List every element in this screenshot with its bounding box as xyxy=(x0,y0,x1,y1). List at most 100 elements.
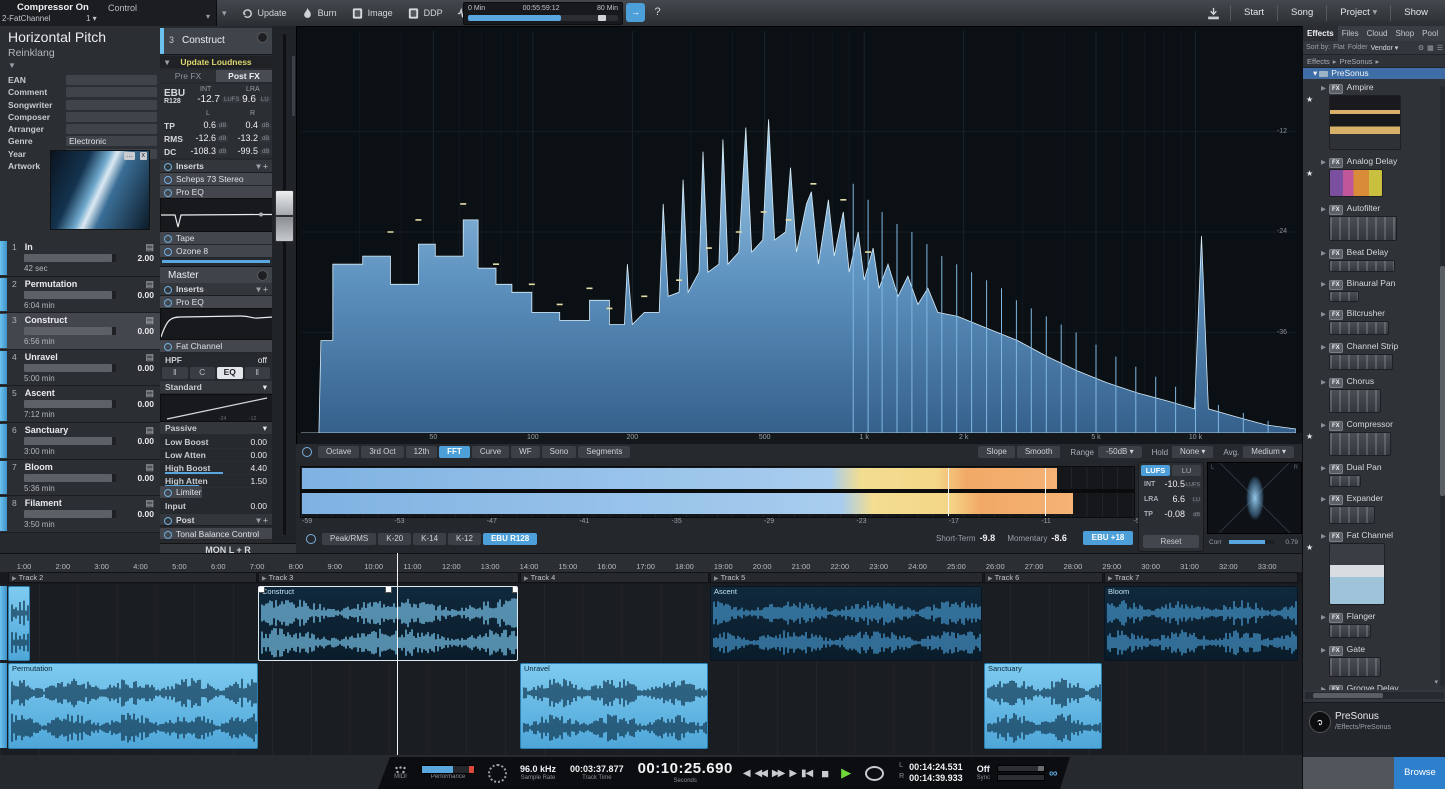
setting-avg[interactable]: Medium ▾ xyxy=(1243,446,1294,458)
insert-scheps-73-stereo[interactable]: Scheps 73 Stereo xyxy=(160,173,272,186)
power-icon[interactable] xyxy=(164,298,172,307)
tab-lu[interactable]: LU xyxy=(1172,465,1201,476)
master-eq-curve-display[interactable] xyxy=(160,308,274,340)
field-input-composer[interactable] xyxy=(66,111,157,122)
audio-clip-permutation[interactable]: Permutation xyxy=(8,663,258,749)
lane-header-track-3[interactable]: ▶ Track 3 xyxy=(258,572,519,583)
browser-tab-effects[interactable]: Effects xyxy=(1303,26,1338,41)
breadcrumb-effects[interactable]: Effects xyxy=(1307,57,1330,66)
power-icon[interactable] xyxy=(164,285,172,294)
chevron-down-icon[interactable]: ▾ xyxy=(1434,678,1438,686)
effect-thumbnail[interactable] xyxy=(1329,475,1361,487)
main-time-display[interactable]: 00:10:25.690 Seconds xyxy=(638,761,733,784)
insert-tonal-balance-control[interactable]: Tonal Balance Control xyxy=(160,528,272,540)
arrangement-lanes[interactable]: Construct Ascent Bloom Permutation Unravel Sa… xyxy=(0,584,1302,756)
loudness-history-meter[interactable] xyxy=(300,466,1135,518)
mode-button-12th[interactable]: 12th xyxy=(405,446,438,458)
effect-thumbnail[interactable] xyxy=(1329,354,1393,370)
insert-tape[interactable]: Tape xyxy=(160,232,272,245)
sort-folder-button[interactable]: Folder xyxy=(1348,44,1368,51)
midi-indicator[interactable]: MIDI xyxy=(394,766,407,781)
sort-flat-button[interactable]: Flat xyxy=(1333,44,1345,51)
mode-button-fft[interactable]: FFT xyxy=(439,446,470,458)
meter-mode-k-20[interactable]: K-20 xyxy=(378,532,412,545)
tab-pre-fx[interactable]: Pre FX xyxy=(160,70,216,82)
eq-section-button[interactable]: EQ xyxy=(217,367,243,379)
lane-header-track-7[interactable]: ▶ Track 7 xyxy=(1104,572,1298,583)
insert-fat-channel[interactable]: Fat Channel xyxy=(160,340,272,353)
effect-item-compressor[interactable]: ▶ FX Compressor ★ xyxy=(1306,418,1445,456)
track-item-construct[interactable]: 3 Construct ▤ 0.00 6:56 min xyxy=(0,313,160,350)
field-input-ean[interactable] xyxy=(66,75,157,85)
master-param-low-atten[interactable]: Low Atten 0.00 xyxy=(160,449,272,462)
track-gain-slider[interactable] xyxy=(24,473,116,482)
nudge-forward-button[interactable]: ▶ xyxy=(789,768,795,779)
effect-item-channel-strip[interactable]: ▶ FX Channel Strip xyxy=(1321,340,1445,370)
favorite-star-icon[interactable]: ★ xyxy=(1306,95,1313,104)
master-knob-icon[interactable] xyxy=(257,270,268,281)
device-control-box[interactable]: Compressor On 2-FatChannel 1 ▾ Control ▾ xyxy=(0,0,217,26)
performance-meter[interactable]: Performance xyxy=(421,765,475,781)
power-icon[interactable] xyxy=(164,488,172,497)
play-button[interactable]: ▶ xyxy=(841,765,851,781)
sort-vendor-button[interactable]: Vendor ▾ xyxy=(1371,44,1399,52)
track-item-ascent[interactable]: 5 Ascent ▤ 0.00 7:12 min xyxy=(0,386,160,423)
field-input-comment[interactable] xyxy=(66,87,157,98)
post-inserts-header[interactable]: Post ▾ + xyxy=(160,514,272,526)
browser-tab-pool[interactable]: Pool xyxy=(1418,26,1442,41)
power-icon[interactable] xyxy=(164,175,172,184)
effect-item-dual-pan[interactable]: ▶ FX Dual Pan xyxy=(1321,461,1445,487)
browser-tab-shop[interactable]: Shop xyxy=(1391,26,1418,41)
inserts-header[interactable]: Inserts ▾ + xyxy=(160,160,272,173)
track-gain-slider[interactable] xyxy=(24,436,116,445)
track-gain-slider[interactable] xyxy=(24,290,116,299)
effect-item-analog-delay[interactable]: ▶ FX Analog Delay ★ xyxy=(1306,155,1445,197)
analyzer-power-icon[interactable] xyxy=(302,447,312,457)
effect-item-expander[interactable]: ▶ FX Expander xyxy=(1321,492,1445,524)
effect-thumbnail[interactable] xyxy=(1329,260,1395,272)
section-button-4[interactable]: ‖ xyxy=(244,367,270,379)
track-gain-slider[interactable] xyxy=(24,510,116,519)
toggle-slope[interactable]: Slope xyxy=(978,446,1015,458)
channel-header[interactable]: 3 Construct xyxy=(160,28,272,55)
nudge-back-button[interactable]: ◀ xyxy=(743,768,749,779)
timeline-ruler[interactable]: 1:00 2:00 3:00 4:00 5:00 6:00 7:00 8:00 9:00 10:0… xyxy=(0,553,1302,574)
device-slot-dropdown[interactable]: 1 ▾ xyxy=(86,14,97,23)
artwork-remove-button[interactable]: x xyxy=(139,152,147,160)
audio-clip-in[interactable] xyxy=(8,586,30,661)
power-icon[interactable] xyxy=(164,162,172,171)
eq-model-dropdown[interactable]: Passive ▾ xyxy=(160,422,272,434)
channel-knob-icon[interactable] xyxy=(257,32,268,43)
effect-thumbnail[interactable] xyxy=(1329,657,1381,677)
tab-lufs[interactable]: LUFS xyxy=(1141,465,1170,476)
clip-handle[interactable] xyxy=(259,587,265,593)
effect-item-chorus[interactable]: ▶ FX Chorus xyxy=(1321,375,1445,413)
mode-button-curve[interactable]: Curve xyxy=(471,446,510,458)
track-item-in[interactable]: 1 In ▤ 2.00 42 sec xyxy=(0,240,160,277)
audio-clip-sanctuary[interactable]: Sanctuary xyxy=(984,663,1102,749)
artwork-more-button[interactable]: … xyxy=(124,152,135,160)
effect-item-groove-delay[interactable]: ▶ FX Groove Delay xyxy=(1321,682,1445,690)
loop-icon[interactable] xyxy=(865,766,884,781)
link-icon[interactable]: ∞ xyxy=(1049,766,1058,780)
favorite-star-icon[interactable]: ★ xyxy=(1306,432,1313,441)
power-icon[interactable] xyxy=(164,247,172,256)
track-gain-slider[interactable] xyxy=(24,363,116,372)
master-param-high-boost[interactable]: High Boost 4.40 xyxy=(160,462,272,475)
goto-arrow-button[interactable]: → xyxy=(626,3,645,22)
field-input-songwriter[interactable] xyxy=(66,99,157,110)
hpf-row[interactable]: HPF off xyxy=(160,354,272,366)
mode-button-wf[interactable]: WF xyxy=(511,446,540,458)
section-button-1[interactable]: ‖ xyxy=(162,367,188,379)
eq-style-dropdown[interactable]: Standard ▾ xyxy=(160,381,272,393)
device-menu-button[interactable]: ▾ xyxy=(222,8,227,19)
playhead[interactable] xyxy=(397,553,398,755)
browse-button[interactable]: Browse xyxy=(1394,757,1445,789)
clip-handle[interactable] xyxy=(385,587,392,593)
favorite-star-icon[interactable]: ★ xyxy=(1306,169,1313,178)
reset-button[interactable]: Reset xyxy=(1143,535,1199,548)
return-to-start-button[interactable]: ▮◀ xyxy=(801,768,812,779)
meter-mode-ebu-r128[interactable]: EBU R128 xyxy=(482,532,538,545)
insert-limiter[interactable]: Limiter xyxy=(160,486,202,499)
lane-header-track-2[interactable]: ▶ Track 2 xyxy=(8,572,257,583)
